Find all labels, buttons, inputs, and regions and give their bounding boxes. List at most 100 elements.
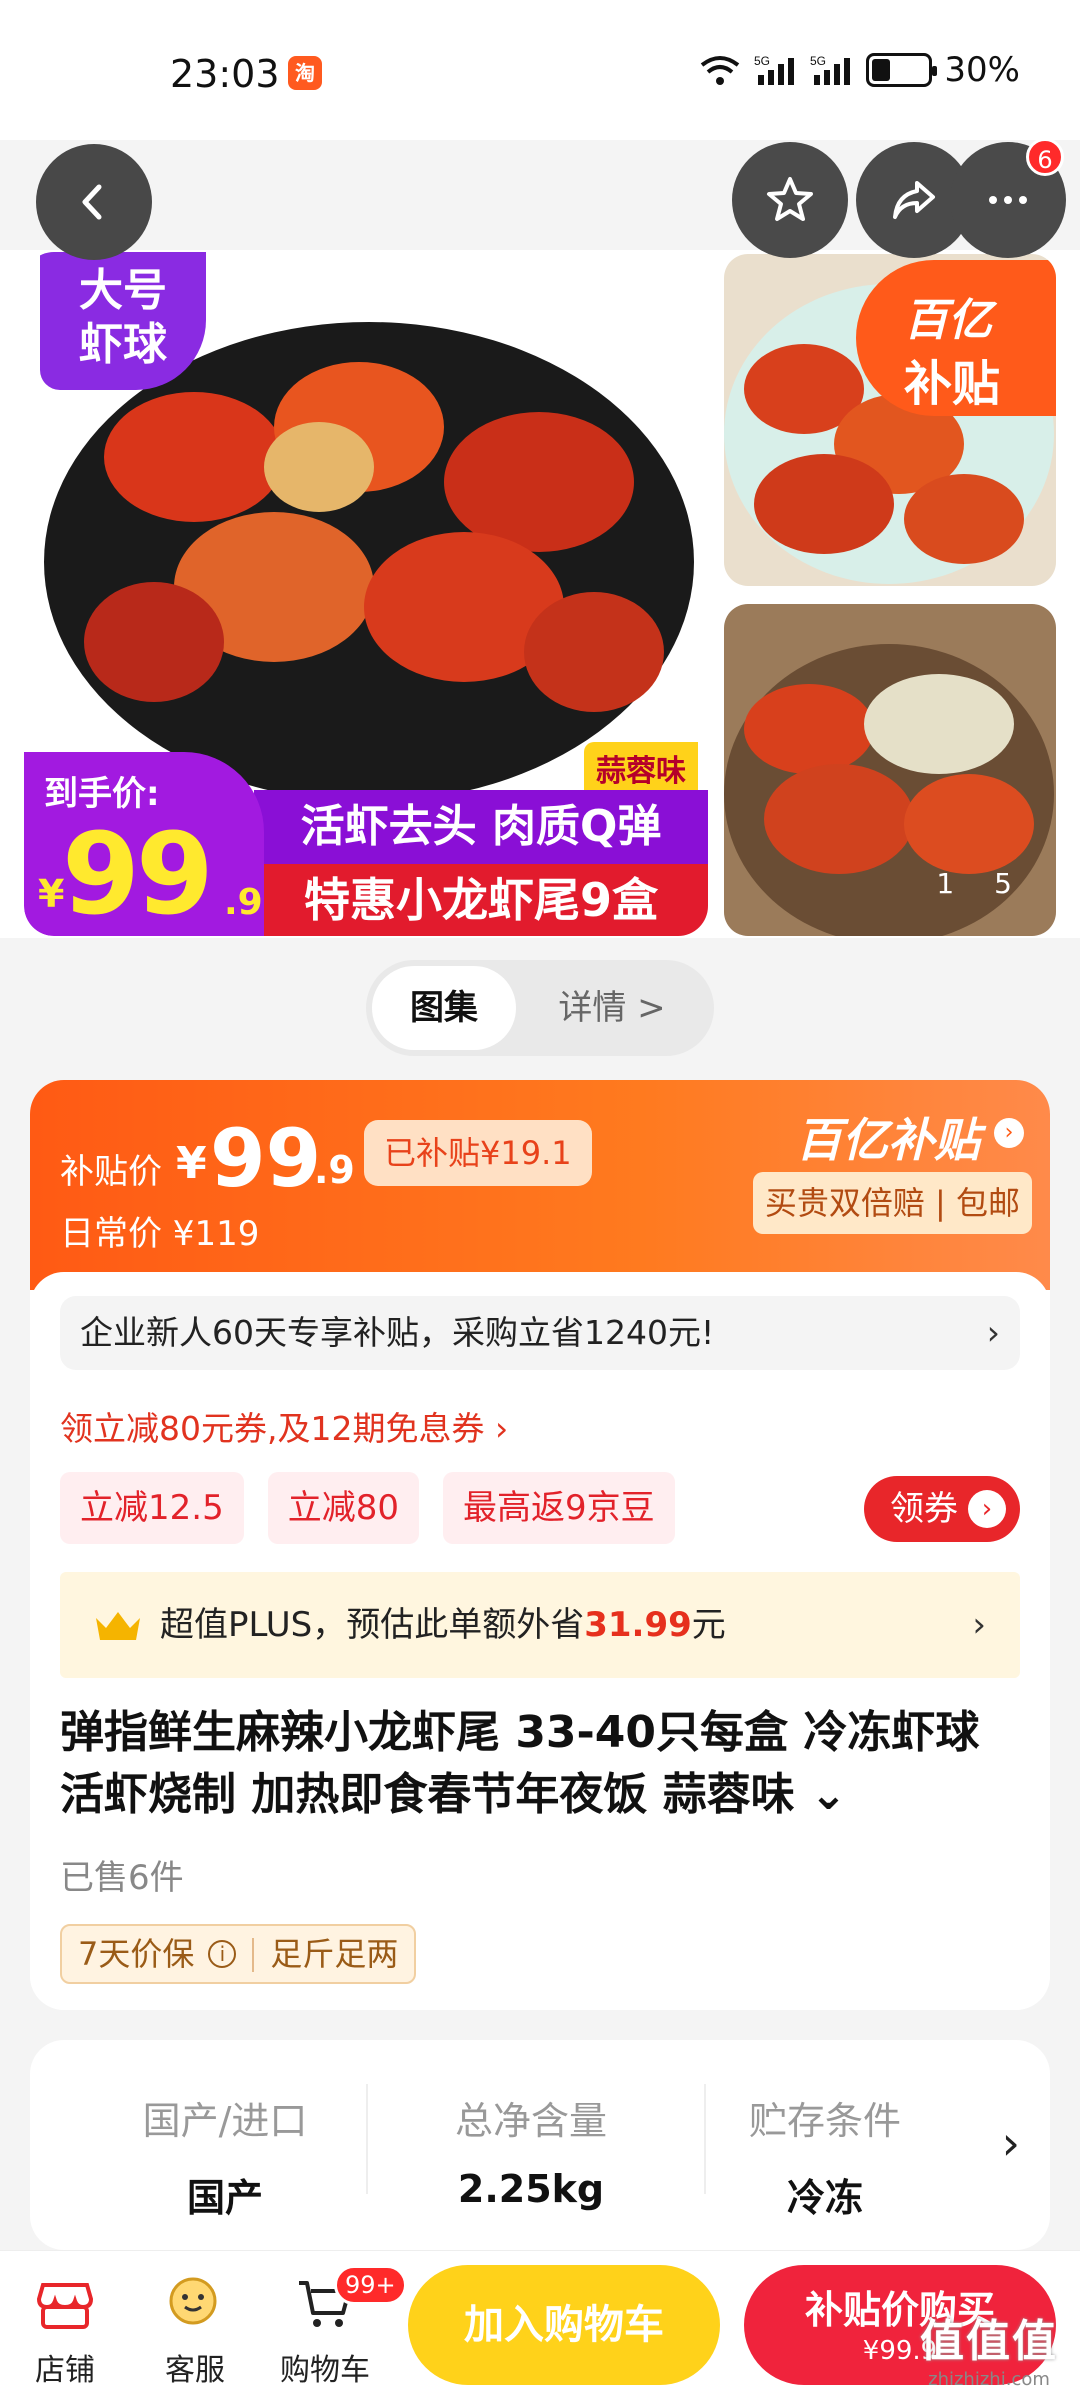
favorite-button[interactable] [732,142,848,258]
shrimp-shape [264,422,374,512]
spec-key: 贮存条件 [748,2099,901,2143]
spec-value: 国产 [186,2176,263,2220]
add-to-cart-button[interactable]: 加入购物车 [408,2265,720,2385]
back-arrow-icon [82,184,102,220]
store-button[interactable]: 店铺 [10,2271,120,2389]
sold-count: 已售6件 [60,1858,184,1898]
price-card: 补贴价 ¥ 99 .9 已补贴¥19.1 日常价 ¥119 百亿补贴 › 买贵双… [30,1080,1050,2010]
share-icon [893,181,935,219]
plus-savings-bar[interactable]: 超值PLUS，预估此单额外省31.99元 › [60,1572,1020,1678]
main-product-image[interactable]: 大号 虾球 蒜蓉味 活虾去头 肉质Q弹 特惠小龙虾尾9盒 到手价: ¥ 99 .… [24,252,708,936]
status-time: 23:03 [170,52,280,96]
shrimp-shape [104,392,284,522]
price-bubble-integer: 99 [62,810,214,936]
subsidy-badge-line-2: 补贴 [904,356,1001,412]
thumbnail-image-1[interactable]: 百亿 补贴 [724,254,1056,586]
product-title[interactable]: 弹指鲜生麻辣小龙虾尾 33-40只每盒 冷冻虾球活虾烧制 加热即食春节年夜饭 蒜… [60,1702,1020,1826]
chevron-right-icon[interactable]: › [994,1118,1024,1148]
full-weight-label: 足斤足两 [270,1935,399,1973]
status-bar: 23:03 淘 5G 5G 30% [0,0,1080,140]
crown-icon [96,1612,140,1640]
more-icon [989,196,1027,204]
subsidy-badge: 百亿 补贴 [856,260,1056,416]
product-gallery[interactable]: 大号 虾球 蒜蓉味 活虾去头 肉质Q弹 特惠小龙虾尾9盒 到手价: ¥ 99 .… [0,250,1080,938]
thumbnail-image-2[interactable]: 15 [724,604,1056,936]
subsidy-price-integer: 99 [210,1112,322,1205]
product-specs[interactable]: 国产/进口 国产 总净含量 2.25kg 贮存条件 冷冻 › [30,2040,1050,2250]
bottom-action-bar: 店铺 客服 99+ 购物车 加入购物车 补贴价购买 ¥99.9 值值值 zhiz… [0,2250,1080,2400]
daily-price: 日常价 ¥119 [60,1214,260,1254]
taobao-app-icon: 淘 [288,56,322,90]
chevron-right-icon: › [968,1490,1006,1528]
price-protection-label: 7天价保 [78,1935,195,1973]
tab-gallery[interactable]: 图集 [372,966,516,1050]
promo-banner: 特惠小龙虾尾9盒 [254,864,708,936]
shrimp-shape [864,674,1014,774]
spec-value: 2.25kg [457,2167,605,2211]
subsidy-brand-link[interactable]: 百亿补贴 [796,1104,980,1170]
chevron-right-icon: › [986,1313,1000,1352]
status-indicators: 5G 5G 30% [698,50,1020,90]
customer-service-label: 客服 [165,2353,225,2388]
tab-details[interactable]: 详情 > [516,966,708,1050]
flavor-tag: 蒜蓉味 [584,742,698,794]
shrimp-shape [754,454,894,554]
shrimp-shape [904,474,1024,564]
cart-label: 购物车 [280,2353,370,2388]
customer-service-button[interactable]: 客服 [140,2271,250,2389]
spec-value: 冷冻 [786,2176,863,2220]
chat-icon [169,2277,217,2325]
shrimp-shape [904,774,1034,874]
price-bubble-currency: ¥ [38,872,65,916]
subsidy-price-label: 补贴价 [60,1152,162,1192]
price-promise[interactable]: 买贵双倍赔 | 包邮 [752,1172,1032,1234]
shrimp-shape [744,684,874,774]
image-counter: 15 [896,867,1012,900]
shrimp-shape [764,764,914,874]
divider [252,1938,255,1972]
subsidy-price-decimal: .9 [314,1148,355,1192]
spec-key: 国产/进口 [142,2099,308,2143]
watermark-logo: 值值值 [920,2316,1058,2367]
subsidized-amount-tag: 已补贴¥19.1 [364,1120,592,1186]
discount-chip[interactable]: 立减12.5 [60,1472,244,1544]
service-guarantee[interactable]: 7天价保 i 足斤足两 [60,1924,417,1984]
spec-net-weight: 总净含量 2.25kg [366,2090,696,2211]
plus-savings-prefix: 超值PLUS，预估此单额外省 [160,1605,585,1645]
shrimp-shape [444,412,634,552]
claim-coupon-button[interactable]: 领券 › [864,1476,1020,1542]
info-icon[interactable]: i [208,1940,237,1968]
shrimp-shape [524,592,664,712]
subsidy-price-header: 补贴价 ¥ 99 .9 已补贴¥19.1 日常价 ¥119 百亿补贴 › 买贵双… [30,1080,1050,1290]
price-bubble-decimal: .9 [224,882,263,923]
new-user-subsidy-bar[interactable]: 企业新人60天专享补贴，采购立省1240元! › [60,1296,1020,1370]
claim-coupon-label: 领券 [890,1489,958,1529]
size-tag-label: 大号 虾球 [79,265,167,370]
battery-icon [866,53,938,87]
chevron-right-icon: › [972,1605,986,1645]
signal-icon-2: 5G [810,54,851,85]
signal-label-2: 5G [810,54,826,68]
coupon-link[interactable]: 领立减80元券,及12期免息券 › [60,1402,508,1450]
discount-chips: 立减12.5 立减80 最高返9京豆 [60,1472,675,1544]
plus-savings-suffix: 元 [691,1605,726,1645]
cart-button[interactable]: 99+ 购物车 [270,2265,407,2389]
media-tabs: 图集 详情 > [366,960,714,1056]
battery-percent: 30% [944,50,1020,90]
spec-key: 总净含量 [454,2099,607,2143]
back-button[interactable] [36,144,152,260]
discount-chip[interactable]: 立减80 [267,1472,419,1544]
store-icon [36,2283,94,2329]
chevron-right-icon[interactable]: › [1002,2116,1020,2170]
discount-chip[interactable]: 最高返9京豆 [442,1472,675,1544]
star-icon [767,177,813,221]
promo-section: 企业新人60天专享补贴，采购立省1240元! › 领立减80元券,及12期免息券… [30,1272,1050,2010]
spec-storage: 贮存条件 冷冻 [680,2090,970,2222]
wifi-icon [701,56,740,85]
more-button[interactable]: 6 [950,138,1066,258]
image-counter-total: 5 [994,867,1012,900]
feature-banner: 活虾去头 肉质Q弹 [254,790,708,864]
signal-icon: 5G [754,54,795,85]
image-counter-current: 1 [936,867,955,900]
store-label: 店铺 [35,2353,95,2388]
